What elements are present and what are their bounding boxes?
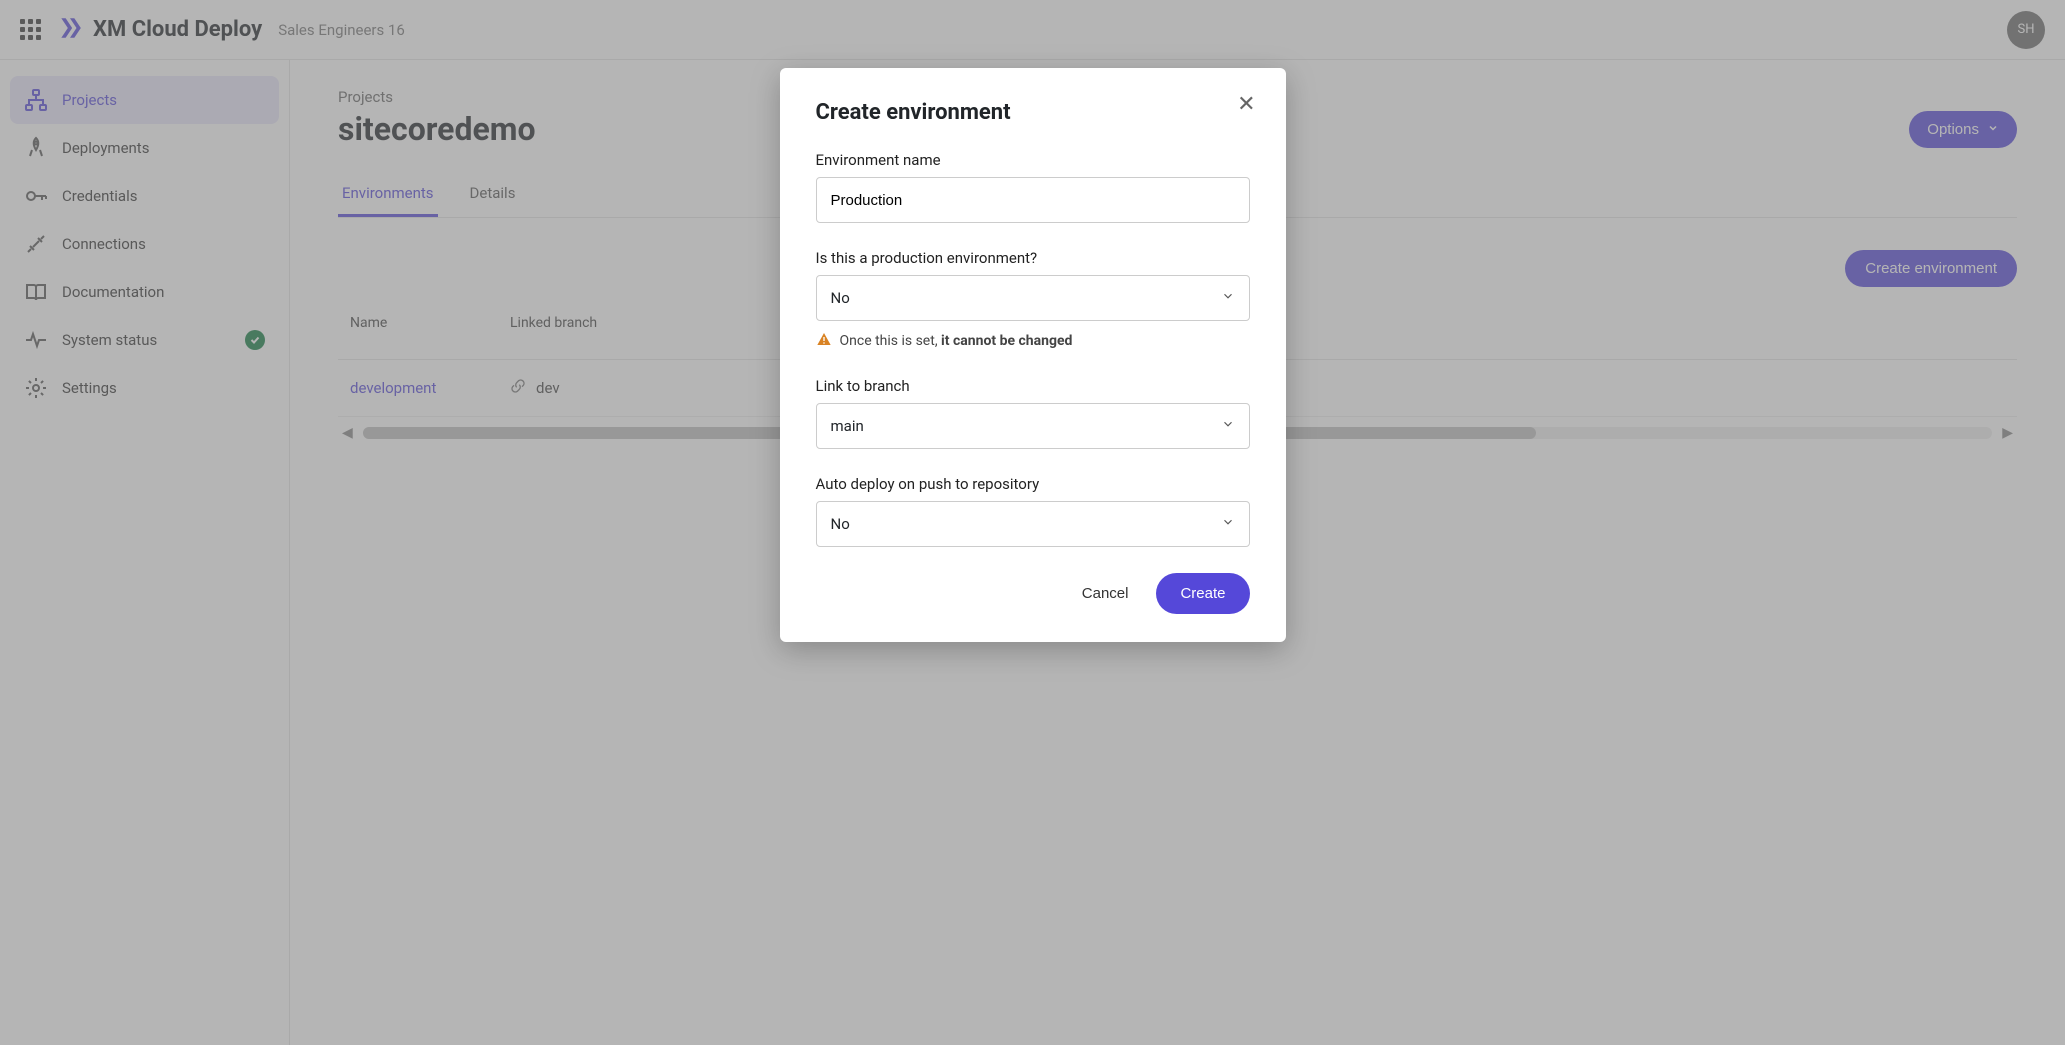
chevron-down-icon [1221,289,1235,307]
env-name-label: Environment name [816,151,1250,169]
branch-select-value: main [831,417,864,435]
autodeploy-select-value: No [831,515,850,533]
warning-prefix: Once this is set, [840,333,942,349]
close-button[interactable]: ✕ [1231,92,1261,116]
autodeploy-label: Auto deploy on push to repository [816,475,1250,493]
create-button[interactable]: Create [1156,573,1249,614]
dialog-title: Create environment [816,100,1250,125]
production-select-value: No [831,289,850,307]
chevron-down-icon [1221,417,1235,435]
env-name-input[interactable] [816,177,1250,223]
production-select[interactable]: No [816,275,1250,321]
close-icon: ✕ [1237,91,1255,116]
warning-icon [816,331,832,351]
cancel-button[interactable]: Cancel [1074,573,1137,614]
production-question-label: Is this a production environment? [816,249,1250,267]
branch-label: Link to branch [816,377,1250,395]
branch-select[interactable]: main [816,403,1250,449]
warning-bold: it cannot be changed [941,333,1072,349]
chevron-down-icon [1221,515,1235,533]
production-warning: Once this is set, it cannot be changed [816,331,1250,351]
autodeploy-select[interactable]: No [816,501,1250,547]
create-environment-dialog: Create environment ✕ Environment name Is… [780,68,1286,642]
